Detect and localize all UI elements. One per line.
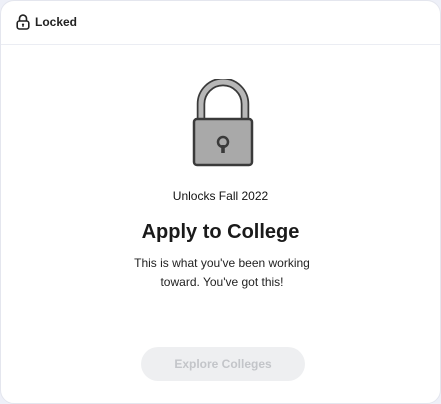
padlock-icon [192,77,254,167]
milestone-description: This is what you've been working toward.… [134,256,310,289]
unlock-date: Unlocks Fall 2022 [172,189,269,203]
milestone-title: Apply to College [141,221,300,243]
locked-label: Locked [35,15,78,29]
locked-milestone-card: Locked Unlocks Fall 2022 Apply to Colleg… [0,0,441,404]
locked-status: Locked [16,12,77,32]
lock-icon [16,14,30,30]
explore-colleges-button[interactable]: Explore Colleges [141,347,305,381]
card-header: Locked [1,1,440,45]
